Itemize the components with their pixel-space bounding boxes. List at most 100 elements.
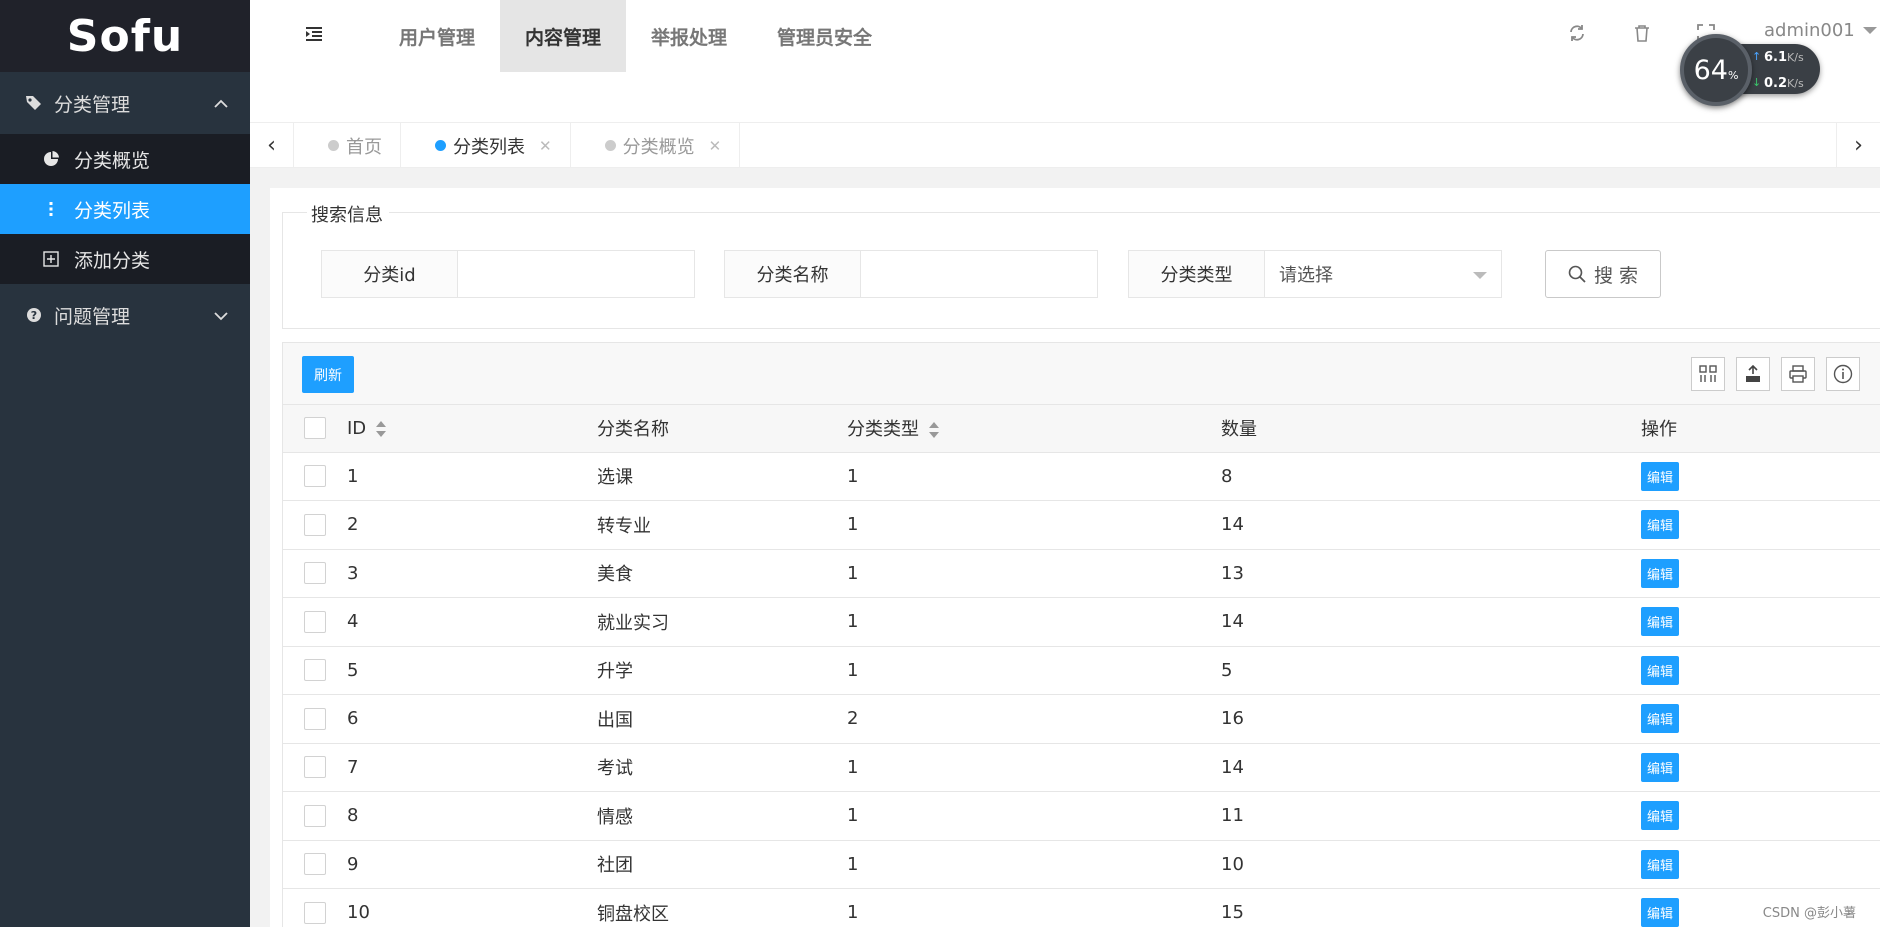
table-row: 1 选课 1 8 编辑 <box>283 452 1880 501</box>
main-content: 搜索信息 分类id 分类名称 分类类型 请选择 搜 索 刷新 ID 分类名称 分… <box>270 188 1880 927</box>
search-field-id: 分类id <box>321 250 695 298</box>
tab-dot <box>435 140 446 151</box>
download-rate: 0.2K/s <box>1764 76 1804 91</box>
row-checkbox[interactable] <box>304 901 326 924</box>
category-id-input[interactable] <box>458 251 694 297</box>
edit-button[interactable]: 编辑 <box>1641 898 1680 927</box>
tab-home[interactable]: 首页 <box>294 123 401 168</box>
watermark: CSDN @彭小薯 <box>1762 906 1856 921</box>
search-button-label: 搜 索 <box>1593 264 1639 287</box>
header-type[interactable]: 分类类型 <box>847 405 1221 453</box>
caret-down-icon <box>1473 272 1487 279</box>
row-checkbox[interactable] <box>304 513 326 536</box>
info-icon[interactable] <box>1826 357 1860 391</box>
tabs-prev-icon[interactable]: ‹ <box>250 123 294 168</box>
topnav-report[interactable]: 举报处理 <box>626 0 752 72</box>
nav-group-category-label: 分类管理 <box>54 93 131 116</box>
row-checkbox[interactable] <box>304 465 326 488</box>
sidebar-item-overview[interactable]: 分类概览 <box>0 134 250 184</box>
edit-button[interactable]: 编辑 <box>1641 461 1680 491</box>
topnav-user[interactable]: 用户管理 <box>374 0 500 72</box>
field-label: 分类名称 <box>725 251 861 297</box>
menu-collapse-icon[interactable] <box>304 24 324 44</box>
refresh-icon[interactable] <box>1568 24 1588 44</box>
sort-icon[interactable] <box>929 422 939 439</box>
download-unit: K/s <box>1787 77 1804 90</box>
nav-group-category[interactable]: 分类管理 <box>0 72 250 134</box>
sidebar-item-add[interactable]: 添加分类 <box>0 234 250 284</box>
refresh-button[interactable]: 刷新 <box>302 356 354 393</box>
print-icon[interactable] <box>1781 357 1815 391</box>
cell-action: 编辑 <box>1641 597 1880 647</box>
row-checkbox[interactable] <box>304 804 326 827</box>
cell-action: 编辑 <box>1641 743 1880 792</box>
table-row: 5 升学 1 5 编辑 <box>283 646 1880 695</box>
cell-action: 编辑 <box>1641 694 1880 744</box>
cell-count: 11 <box>1221 791 1641 841</box>
close-icon[interactable]: ✕ <box>539 137 552 155</box>
network-speed-widget[interactable]: 64% ↑ 6.1K/s ↓ 0.2K/s <box>1680 34 1830 106</box>
cell-id: 8 <box>347 791 597 841</box>
download-value: 0.2 <box>1764 76 1788 91</box>
svg-text:?: ? <box>31 309 37 322</box>
row-checkbox[interactable] <box>304 853 326 876</box>
edit-button[interactable]: 编辑 <box>1641 704 1680 734</box>
edit-button[interactable]: 编辑 <box>1641 607 1680 637</box>
cell-action: 编辑 <box>1641 791 1880 841</box>
edit-button[interactable]: 编辑 <box>1641 849 1680 879</box>
cell-type: 2 <box>847 694 1221 744</box>
cell-name: 情感 <box>597 791 847 841</box>
tab-category-list[interactable]: 分类列表 ✕ <box>401 123 571 168</box>
sidebar-item-label: 添加分类 <box>74 249 151 272</box>
subnav: 分类概览 分类列表 添加分类 <box>0 134 250 284</box>
nav-group-question-label: 问题管理 <box>54 305 131 328</box>
sidebar-item-label: 分类概览 <box>74 149 151 172</box>
category-table: ID 分类名称 分类类型 数量 操作 1 选课 1 8 编辑 2 转专业 1 14 编辑 3 美食 1 1… <box>283 405 1880 927</box>
cell-name: 选课 <box>597 452 847 501</box>
sidebar-item-list[interactable]: 分类列表 <box>0 184 250 234</box>
tab-category-overview[interactable]: 分类概览 ✕ <box>571 123 741 168</box>
cell-count: 16 <box>1221 694 1641 744</box>
nav-group-question[interactable]: ? 问题管理 <box>0 284 250 346</box>
cell-count: 14 <box>1221 743 1641 792</box>
header-label: ID <box>347 417 367 439</box>
tabs-bar: ‹ 首页 分类列表 ✕ 分类概览 ✕ › <box>250 122 1880 168</box>
search-panel: 搜索信息 分类id 分类名称 分类类型 请选择 搜 索 <box>282 201 1880 329</box>
row-checkbox[interactable] <box>304 610 326 633</box>
table-row: 2 转专业 1 14 编辑 <box>283 500 1880 550</box>
columns-filter-icon[interactable] <box>1691 357 1725 391</box>
edit-button[interactable]: 编辑 <box>1641 801 1680 831</box>
select-all-checkbox[interactable] <box>304 417 326 440</box>
row-checkbox[interactable] <box>304 562 326 585</box>
cell-type: 1 <box>847 452 1221 501</box>
export-icon[interactable] <box>1736 357 1770 391</box>
close-icon[interactable]: ✕ <box>709 137 722 155</box>
edit-button[interactable]: 编辑 <box>1641 558 1680 588</box>
row-checkbox[interactable] <box>304 756 326 779</box>
trash-icon[interactable] <box>1634 24 1654 44</box>
row-checkbox[interactable] <box>304 659 326 682</box>
search-button[interactable]: 搜 索 <box>1545 250 1661 298</box>
row-checkbox-cell <box>283 694 347 744</box>
row-checkbox[interactable] <box>304 707 326 730</box>
search-icon <box>1568 265 1586 283</box>
topnav-content[interactable]: 内容管理 <box>500 0 627 72</box>
edit-button[interactable]: 编辑 <box>1641 655 1680 685</box>
sidebar: Sofu 分类管理 分类概览 分类列表 添加分类 ? 问题管理 <box>0 0 250 927</box>
edit-button[interactable]: 编辑 <box>1641 752 1680 782</box>
plus-square-icon <box>42 251 60 267</box>
category-type-select[interactable]: 请选择 <box>1265 251 1501 297</box>
tags-icon <box>24 93 44 113</box>
cell-name: 出国 <box>597 694 847 744</box>
header: 用户管理 内容管理 举报处理 管理员安全 admin001 <box>250 0 1880 122</box>
cell-id: 4 <box>347 597 597 647</box>
topnav-security[interactable]: 管理员安全 <box>752 0 897 72</box>
header-id[interactable]: ID <box>347 405 597 453</box>
tabs-next-icon[interactable]: › <box>1836 123 1880 168</box>
edit-button[interactable]: 编辑 <box>1641 510 1680 540</box>
header-label: 分类类型 <box>847 419 919 441</box>
sort-icon[interactable] <box>376 420 387 437</box>
cell-type: 1 <box>847 646 1221 695</box>
category-name-input[interactable] <box>861 251 1097 297</box>
row-checkbox-cell <box>283 500 347 550</box>
